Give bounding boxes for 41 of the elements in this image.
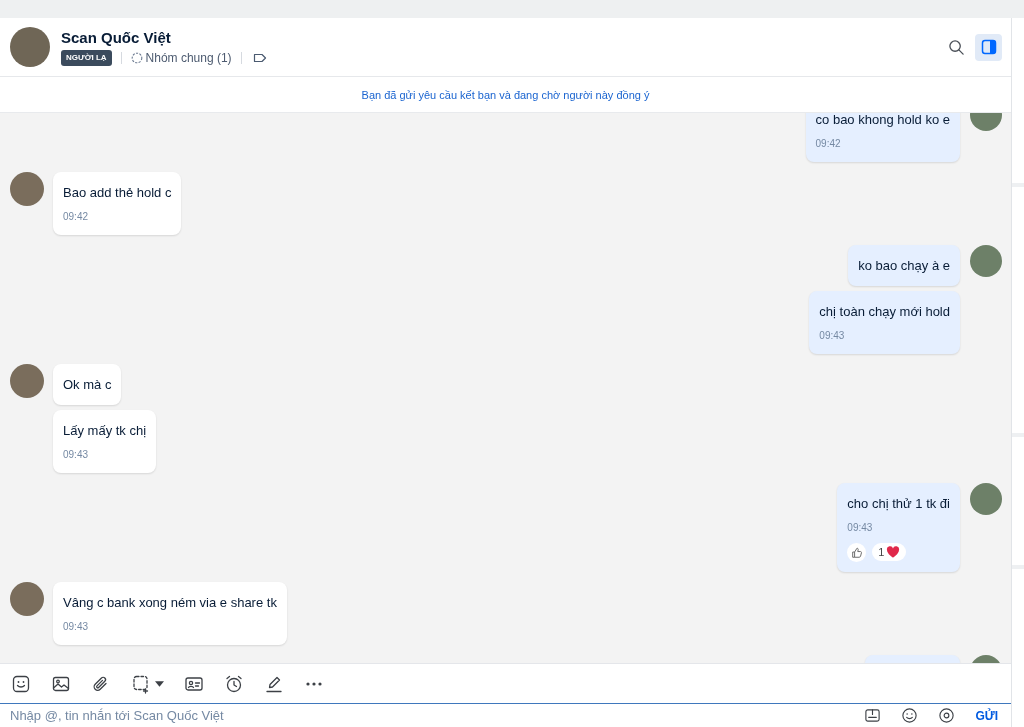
heart-icon — [886, 546, 901, 558]
tag-icon[interactable] — [252, 53, 267, 63]
side-panel-icon — [980, 39, 997, 55]
message-text: cho chị thử 1 tk đi — [847, 495, 950, 513]
message-text: Vâng c bank xong ném via e share tk — [63, 594, 277, 612]
search-icon[interactable] — [948, 38, 965, 56]
avatar[interactable] — [970, 483, 1002, 515]
caret-icon[interactable] — [155, 680, 164, 687]
message-text: co bao khong hold ko e — [815, 113, 950, 129]
message-time: 09:43 — [63, 448, 89, 462]
avatar[interactable] — [970, 245, 1002, 277]
message-text: Bao add thẻ hold c — [63, 184, 172, 202]
send-button[interactable]: GỬI — [975, 708, 998, 723]
smiley-icon[interactable] — [901, 707, 919, 724]
message-time: 09:43 — [63, 620, 89, 634]
dashed-frame-icon[interactable] — [131, 673, 151, 694]
message-text: chị toàn chạy mới hold — [819, 303, 950, 321]
message-time: 09:42 — [815, 137, 841, 151]
alarm-clock-icon[interactable] — [224, 673, 244, 694]
avatar[interactable] — [10, 172, 44, 206]
message-text: ko bao chạy à e — [858, 257, 950, 275]
message-time: 09:43 — [819, 329, 845, 343]
avatar[interactable] — [10, 582, 44, 616]
panel-toggle-button[interactable] — [975, 33, 1002, 61]
ring-icon[interactable] — [938, 707, 956, 724]
avatar[interactable] — [10, 364, 44, 398]
message-time: 09:42 — [63, 210, 89, 224]
contact-name: Scan Quốc Việt — [61, 28, 172, 47]
reaction-button[interactable]: 1 — [872, 543, 907, 561]
friend-request-notice: Bạn đã gửi yêu cầu kết bạn và đang chờ người này đồng ý — [361, 88, 650, 101]
thumbs-up-icon[interactable] — [847, 542, 867, 562]
message-input[interactable]: Nhập @, tin nhắn tới Scan Quốc Việt — [10, 707, 845, 724]
message-text: Ok mà c — [63, 376, 112, 394]
dashed-circle-icon — [130, 52, 143, 64]
status-badge: NGƯỜI LẠ — [61, 50, 112, 66]
message-time: 09:43 — [847, 521, 873, 535]
message-text: Lấy mấy tk chị — [63, 422, 147, 440]
card-icon[interactable] — [864, 707, 882, 724]
sticker-icon[interactable] — [11, 673, 31, 694]
contact-avatar[interactable] — [10, 27, 50, 67]
common-groups-button[interactable]: Nhóm chung (1) — [130, 51, 232, 65]
